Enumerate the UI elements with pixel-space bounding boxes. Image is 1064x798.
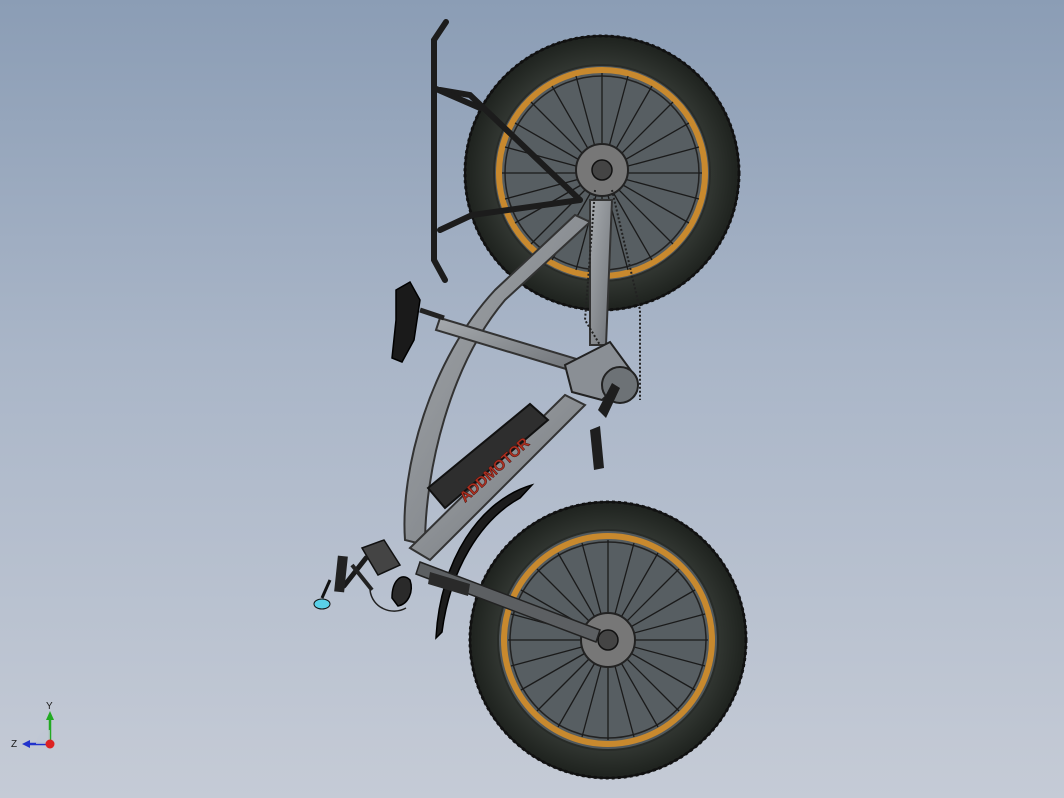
handlebar [313, 539, 407, 612]
orientation-triad: Y Z [11, 701, 55, 750]
headlight [391, 576, 412, 607]
y-axis-label: Y [46, 701, 53, 712]
bicycle-model[interactable]: ADDMOTOR [0, 0, 1064, 798]
z-axis-label: Z [11, 739, 17, 750]
cad-viewport[interactable]: ADDMOTOR Y Z [0, 0, 1064, 798]
front-wheel [468, 500, 748, 780]
axis-origin-icon [45, 739, 55, 749]
saddle [391, 280, 445, 363]
